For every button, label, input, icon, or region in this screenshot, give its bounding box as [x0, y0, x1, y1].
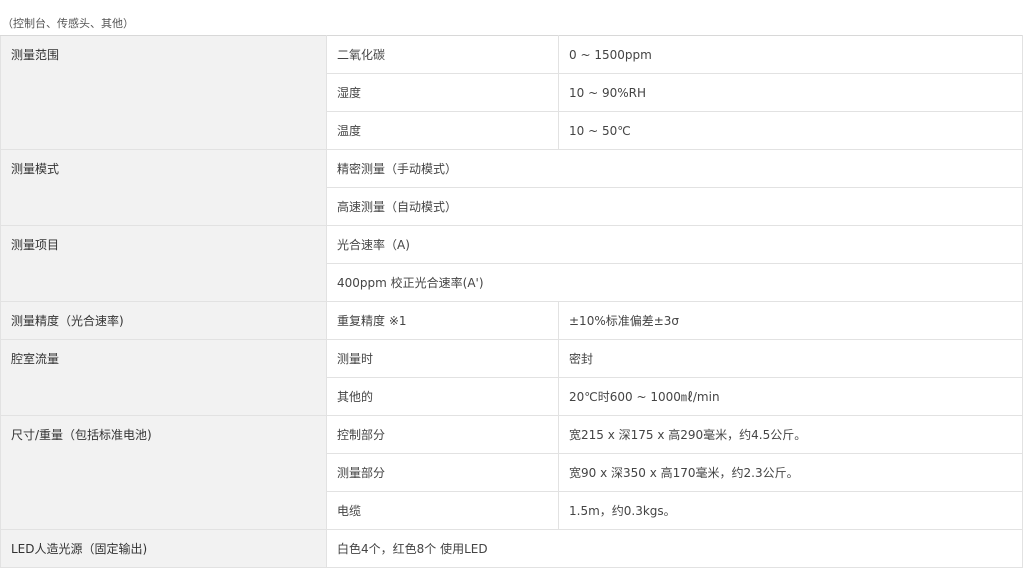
row-header-accuracy: 测量精度（光合速率) — [0, 301, 327, 340]
spec-value: 密封 — [558, 339, 1023, 378]
spec-value: 0 ~ 1500ppm — [558, 35, 1023, 74]
row-header-led: LED人造光源（固定输出) — [0, 529, 327, 568]
spec-value: 白色4个，红色8个 使用LED — [326, 529, 1023, 568]
sub-label: 温度 — [326, 111, 559, 150]
sub-label: 湿度 — [326, 73, 559, 112]
spec-table: 测量范围 二氧化碳 0 ~ 1500ppm 湿度 10 ~ 90%RH 温度 1… — [0, 35, 1023, 568]
spec-value: ±10%标准偏差±3σ — [558, 301, 1023, 340]
row-header-mode: 测量模式 — [0, 149, 327, 226]
row-header-range: 测量范围 — [0, 35, 327, 150]
spec-value: 400ppm 校正光合速率(A') — [326, 263, 1023, 302]
spec-value: 高速测量（自动模式） — [326, 187, 1023, 226]
sub-label: 其他的 — [326, 377, 559, 416]
spec-value: 10 ~ 90%RH — [558, 73, 1023, 112]
spec-value: 宽90 x 深350 x 高170毫米，约2.3公斤。 — [558, 453, 1023, 492]
sub-label: 电缆 — [326, 491, 559, 530]
table-row: 测量范围 二氧化碳 0 ~ 1500ppm — [0, 35, 1023, 150]
row-header-items: 测量项目 — [0, 225, 327, 302]
table-caption: （控制台、传感头、其他） — [2, 17, 134, 30]
table-row: LED人造光源（固定输出) 白色4个，红色8个 使用LED — [0, 529, 1023, 568]
spec-value: 光合速率（A) — [326, 225, 1023, 264]
table-row: 腔室流量 测量时 密封 — [0, 339, 1023, 416]
sub-label: 二氧化碳 — [326, 35, 559, 74]
spec-value: 精密测量（手动模式） — [326, 149, 1023, 188]
spec-value: 10 ~ 50℃ — [558, 111, 1023, 150]
sub-label: 重复精度 ※1 — [326, 301, 559, 340]
table-row: 测量精度（光合速率) 重复精度 ※1 ±10%标准偏差±3σ — [0, 301, 1023, 340]
sub-label: 测量部分 — [326, 453, 559, 492]
table-row: 测量模式 精密测量（手动模式） — [0, 149, 1023, 226]
sub-label: 控制部分 — [326, 415, 559, 454]
row-header-flow: 腔室流量 — [0, 339, 327, 416]
row-header-size: 尺寸/重量（包括标准电池) — [0, 415, 327, 530]
spec-value: 1.5m，约0.3kgs。 — [558, 491, 1023, 530]
spec-value: 20℃时600 ~ 1000㎖/min — [558, 377, 1023, 416]
table-row: 尺寸/重量（包括标准电池) 控制部分 宽215 x 深175 x 高290毫米，… — [0, 415, 1023, 530]
table-row: 测量项目 光合速率（A) — [0, 225, 1023, 302]
spec-value: 宽215 x 深175 x 高290毫米，约4.5公斤。 — [558, 415, 1023, 454]
sub-label: 测量时 — [326, 339, 559, 378]
